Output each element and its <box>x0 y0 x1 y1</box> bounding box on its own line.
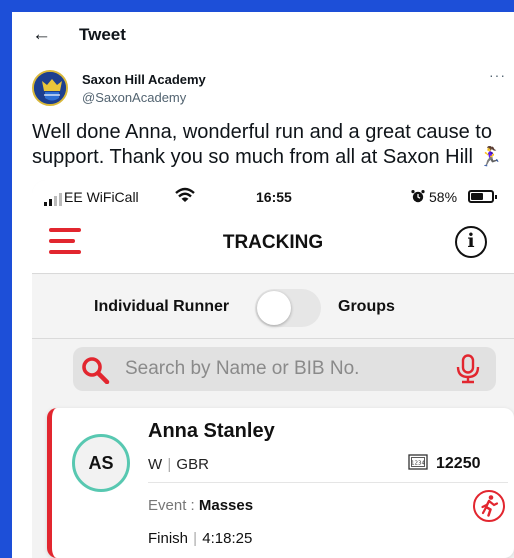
running-icon[interactable] <box>472 489 506 523</box>
account-name[interactable]: Saxon Hill Academy <box>82 72 206 87</box>
finish-label: Finish <box>148 530 189 547</box>
account-handle[interactable]: @SaxonAcademy <box>82 90 186 105</box>
event-value: Masses <box>198 497 254 514</box>
event-row: Event : Masses <box>148 497 253 514</box>
phone-status-bar: EE WiFiCall 16:55 58% <box>32 180 514 210</box>
tweet-header: ← Tweet <box>12 12 514 60</box>
more-options-icon[interactable]: ··· <box>489 67 506 83</box>
runner-name: Anna Stanley <box>148 420 275 442</box>
mode-toggle-switch[interactable] <box>255 289 321 327</box>
event-label: Event : <box>148 497 199 514</box>
battery-percent: 58% <box>429 189 458 205</box>
account-avatar[interactable] <box>32 70 68 106</box>
runner-card[interactable]: AS Anna Stanley W | GBR 1234 12250 Event… <box>47 408 514 558</box>
microphone-icon[interactable] <box>455 354 481 384</box>
runner-meta: W | GBR <box>148 456 209 473</box>
meta-separator: | <box>163 456 176 473</box>
bib-number: 12250 <box>436 455 481 472</box>
alarm-icon <box>411 190 425 203</box>
search-bar[interactable] <box>73 347 496 391</box>
embedded-screenshot[interactable]: EE WiFiCall 16:55 58% TRACKING i Individ… <box>32 180 514 558</box>
finish-separator: | <box>189 530 202 547</box>
bib-icon-label: 1234 <box>411 461 425 467</box>
individual-runner-label[interactable]: Individual Runner <box>94 298 229 316</box>
finish-time: 4:18:25 <box>202 530 253 547</box>
app-header: TRACKING i <box>32 210 514 274</box>
tweet-text: Well done Anna, wonderful run and a grea… <box>32 120 512 170</box>
battery-icon <box>468 190 497 203</box>
runner-initials-avatar: AS <box>72 434 130 492</box>
groups-label[interactable]: Groups <box>338 298 395 316</box>
card-divider <box>148 482 508 483</box>
back-arrow-icon[interactable]: ← <box>32 24 51 46</box>
status-time: 16:55 <box>256 189 292 205</box>
info-icon[interactable]: i <box>455 226 487 258</box>
running-woman-emoji: 🏃‍♀️ <box>478 147 503 168</box>
carrier-label: EE WiFiCall <box>64 189 139 205</box>
runner-country: GBR <box>176 456 209 473</box>
toggle-knob[interactable] <box>257 291 291 325</box>
search-input[interactable] <box>125 347 425 391</box>
search-icon[interactable] <box>81 356 111 384</box>
school-crest-icon <box>34 72 66 104</box>
runner-gender: W <box>148 456 163 473</box>
tweet-frame: ← Tweet Saxon Hill Academy @SaxonAcademy… <box>12 12 514 558</box>
wifi-icon <box>175 187 195 202</box>
bib-icon: 1234 <box>408 454 428 470</box>
page-title: Tweet <box>79 25 126 44</box>
tweet-body: Well done Anna, wonderful run and a grea… <box>32 121 492 168</box>
app-title: TRACKING <box>222 232 324 253</box>
finish-row: Finish | 4:18:25 <box>148 530 252 547</box>
mode-toggle-row: Individual Runner Groups <box>32 275 514 339</box>
signal-icon <box>44 193 62 206</box>
